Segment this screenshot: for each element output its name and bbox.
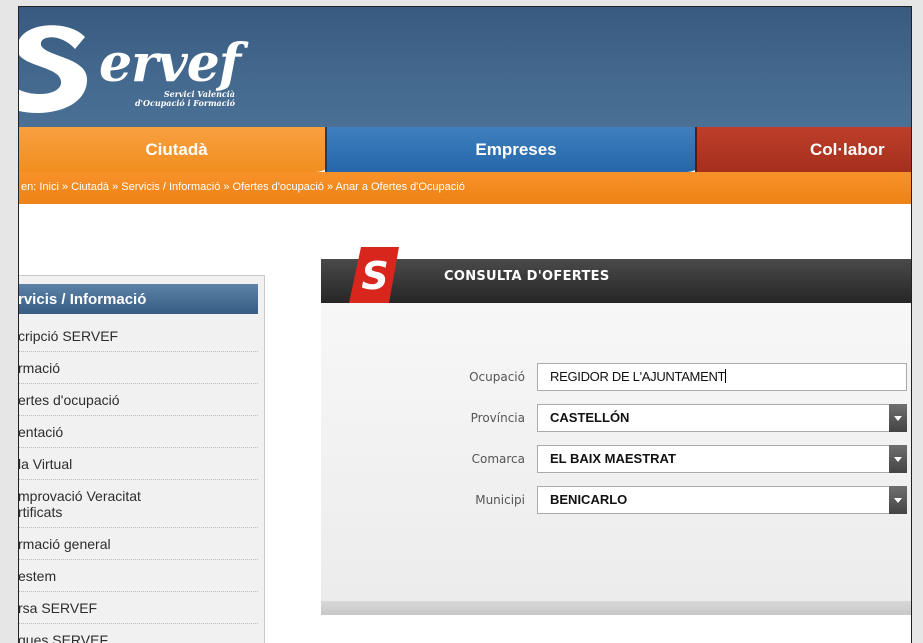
- sidebar-item-orientacio[interactable]: entació: [19, 416, 258, 448]
- sidebar-item-comprovacio-line2: rtificats: [18, 504, 63, 520]
- servef-s-badge-icon: S: [349, 247, 399, 303]
- municipi-label: Municipi: [475, 493, 525, 507]
- consulta-panel-header: [321, 259, 911, 303]
- panel-logo-letter: S: [361, 254, 388, 298]
- comarca-value: EL BAIX MAESTRAT: [550, 451, 676, 466]
- provincia-dropdown-icon[interactable]: [889, 404, 907, 432]
- consulta-panel-footer: [321, 601, 911, 615]
- sidebar-item-informacio-general[interactable]: rmació general: [19, 528, 258, 560]
- provincia-select[interactable]: CASTELLÓN: [537, 404, 907, 432]
- sidebar-item-formacio[interactable]: rmació: [19, 352, 258, 384]
- breadcrumb-text[interactable]: en: Inici » Ciutadà » Servicis / Informa…: [21, 172, 465, 202]
- sidebar-item-on-estem[interactable]: estem: [19, 560, 258, 592]
- sidebar-title: rvicis / Informació: [19, 284, 258, 314]
- sidebar-item-inscripcio[interactable]: cripció SERVEF: [19, 320, 258, 352]
- sidebar-item-borsa[interactable]: rsa SERVEF: [19, 592, 258, 624]
- sidebar-menu: cripció SERVEF rmació ertes d'ocupació e…: [18, 320, 258, 643]
- main-nav-tabs: Ciutadà Empreses Col·labor: [19, 127, 911, 172]
- comarca-select[interactable]: EL BAIX MAESTRAT: [537, 445, 907, 473]
- comarca-label: Comarca: [471, 452, 525, 466]
- sidebar-item-comprovacio[interactable]: mprovació Veracitat rtificats: [18, 480, 258, 528]
- text-cursor: [725, 369, 727, 383]
- panel-title: CONSULTA D'OFERTES: [444, 269, 610, 284]
- sidebar-item-comprovacio-line1: mprovació Veracitat: [18, 488, 141, 504]
- breadcrumb: en: Inici » Ciutadà » Servicis / Informa…: [19, 172, 911, 204]
- logo-subtitle: Servici Valencià d'Ocupació i Formació: [85, 90, 235, 108]
- sidebar-item-ofertes[interactable]: ertes d'ocupació: [19, 384, 258, 416]
- ocupacio-value: REGIDOR DE L'AJUNTAMENT: [550, 369, 726, 384]
- municipi-select[interactable]: BENICARLO: [537, 486, 907, 514]
- ocupacio-label: Ocupació: [469, 370, 525, 384]
- provincia-label: Província: [470, 411, 525, 425]
- logo-subtitle-line2: d'Ocupació i Formació: [134, 98, 235, 108]
- sidebar: rvicis / Informació cripció SERVEF rmaci…: [18, 275, 265, 643]
- browser-page: ervef Servici Valencià d'Ocupació i Form…: [18, 6, 912, 643]
- provincia-value: CASTELLÓN: [550, 410, 630, 425]
- site-header: ervef Servici Valencià d'Ocupació i Form…: [19, 7, 911, 127]
- tab-empreses[interactable]: Empreses: [325, 127, 705, 172]
- tab-ciutada[interactable]: Ciutadà: [19, 127, 334, 172]
- sidebar-item-aula-virtual[interactable]: la Virtual: [19, 448, 258, 480]
- tab-col-laboradors[interactable]: Col·labor: [695, 127, 911, 172]
- ocupacio-input[interactable]: REGIDOR DE L'AJUNTAMENT: [537, 363, 907, 391]
- comarca-dropdown-icon[interactable]: [889, 445, 907, 473]
- logo-wordmark: ervef: [99, 33, 241, 94]
- municipi-value: BENICARLO: [550, 492, 628, 507]
- sidebar-item-xarxa-servef[interactable]: ques SERVEF: [19, 624, 258, 643]
- municipi-dropdown-icon[interactable]: [889, 486, 907, 514]
